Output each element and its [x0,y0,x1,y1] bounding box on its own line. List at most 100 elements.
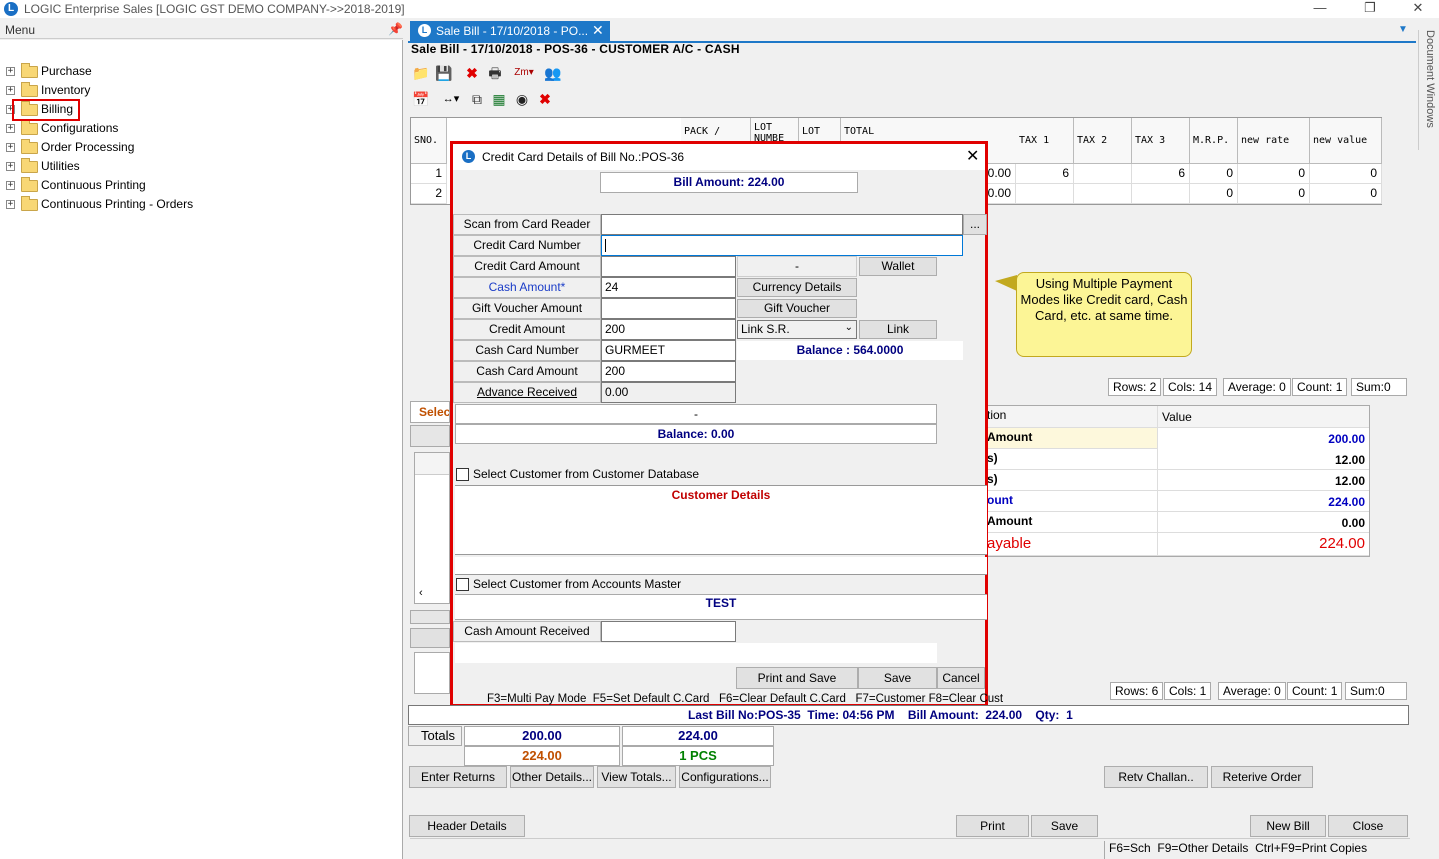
grid-status-bar: Rows: 2 Cols: 14 Average: 0 Count: 1 Sum… [1108,378,1408,396]
menu-item-label: Configurations [41,121,119,135]
cell-sno[interactable]: 2 [411,184,447,204]
cash-card-number-input[interactable]: GURMEET [601,340,736,361]
cell-tax2[interactable] [1074,184,1132,204]
restore-icon[interactable]: ❐ [1350,0,1390,18]
cell-sno[interactable]: 1 [411,164,447,184]
printer-icon[interactable]: 🖶 [486,64,504,82]
enter-returns-button[interactable]: Enter Returns [409,766,507,788]
new-folder-icon[interactable]: 📁 [412,64,430,82]
cash-amount-label: Cash Amount* [453,277,601,298]
cash-amount-input[interactable]: 24 [601,277,736,298]
save-disk-icon[interactable]: 💾 [435,64,453,82]
calendar-icon[interactable]: 📅 [412,90,430,108]
accounts-master-checkbox[interactable] [456,578,469,591]
scan-card-input[interactable] [601,214,963,235]
gift-voucher-button[interactable]: Gift Voucher [737,299,857,318]
cash-received-info-strip [455,643,937,663]
header-details-button[interactable]: Header Details [409,815,525,837]
cell-tax2[interactable] [1074,164,1132,184]
cell-tax1[interactable]: 6 [1016,164,1074,184]
credit-amount-input[interactable]: 200 [601,319,736,340]
cash-card-amount-input[interactable]: 200 [601,361,736,382]
cell-tax3[interactable]: 6 [1132,164,1190,184]
zoom-icon[interactable]: Zm▾ [510,64,538,82]
credit-card-amount-input[interactable] [601,256,736,277]
dialog-close-icon[interactable]: ✕ [966,146,979,166]
folder-icon [21,63,38,78]
cancel-x-icon[interactable]: ✖ [536,90,554,108]
print-button[interactable]: Print [956,815,1029,837]
browse-button[interactable]: ... [963,214,987,235]
status-rows: Rows: 6 [1110,682,1164,700]
gift-voucher-amount-input[interactable] [601,298,736,319]
table-row[interactable]: s) 12.00 [957,470,1369,491]
bg-partial-list: ‹ [414,452,450,604]
resize-columns-icon[interactable]: ↔▾ [438,90,464,108]
table-row[interactable]: Amount 0.00 [957,512,1369,533]
col-header-tax3[interactable]: TAX 3 [1132,118,1190,164]
col-header-tax2[interactable]: TAX 2 [1074,118,1132,164]
expand-icon[interactable]: + [6,181,15,190]
cash-amount-received-input[interactable] [601,621,736,642]
customer-database-checkbox[interactable] [456,468,469,481]
print-and-save-button[interactable]: Print and Save [736,667,858,689]
cell-new-rate[interactable]: 0 [1238,184,1310,204]
close-button[interactable]: Close [1328,815,1408,837]
col-header-value: Value [1157,406,1369,427]
folder-icon [21,177,38,192]
users-icon[interactable]: 👥 [544,64,562,82]
expand-icon[interactable]: + [6,162,15,171]
cell-tax1[interactable] [1016,184,1074,204]
delete-icon[interactable]: ✖ [463,64,481,82]
col-header-mrp[interactable]: M.R.P. [1190,118,1238,164]
scroll-left-icon[interactable]: ‹ [419,587,423,599]
col-header-new-rate[interactable]: new rate [1238,118,1310,164]
cell-mrp[interactable]: 0 [1190,184,1238,204]
table-row[interactable]: Amount 200.00 [957,428,1369,449]
new-bill-button[interactable]: New Bill [1250,815,1326,837]
copy-icon[interactable]: ⧉ [468,90,486,108]
cell-new-value[interactable]: 0 [1310,164,1382,184]
credit-card-number-input[interactable] [601,235,963,256]
expand-icon[interactable]: + [6,143,15,152]
minimize-icon[interactable]: — [1300,0,1340,18]
cell-new-rate[interactable]: 0 [1238,164,1310,184]
other-details-button[interactable]: Other Details... [510,766,594,788]
col-header-new-value[interactable]: new value [1310,118,1382,164]
configurations-button[interactable]: Configurations... [679,766,771,788]
advance-received-label[interactable]: Advance Received [453,382,601,403]
cancel-button[interactable]: Cancel [937,667,985,689]
table-row[interactable]: ount 224.00 [957,491,1369,512]
excel-icon[interactable]: ▦ [490,90,508,108]
bill-header: Sale Bill - 17/10/2018 - POS-36 - CUSTOM… [411,42,740,56]
close-icon[interactable]: ✕ [1398,0,1438,18]
currency-details-button[interactable]: Currency Details [737,278,857,297]
expand-icon[interactable]: + [6,124,15,133]
tab-close-icon[interactable]: ✕ [592,22,604,39]
retv-challan-button[interactable]: Retv Challan.. [1104,766,1208,788]
save-bill-button[interactable]: Save [1031,815,1098,837]
row-value: 0.00 [1157,512,1369,533]
cell-new-value[interactable]: 0 [1310,184,1382,204]
pin-icon[interactable]: 📌 [388,22,403,36]
col-header-sno[interactable]: SNO. [411,118,447,164]
link-sr-select[interactable]: Link S.R. ⌄ [737,320,857,339]
expand-icon[interactable]: + [6,67,15,76]
cell-tax3[interactable] [1132,184,1190,204]
tab-sale-bill[interactable]: L Sale Bill - 17/10/2018 - PO... ✕ [410,21,610,41]
save-button[interactable]: Save [858,667,937,689]
expand-icon[interactable]: + [6,200,15,209]
dialog-title-bar: L Credit Card Details of Bill No.:POS-36… [453,144,985,170]
expand-icon[interactable]: + [6,86,15,95]
wallet-button[interactable]: Wallet [859,257,937,276]
link-button[interactable]: Link [859,320,937,339]
cell-mrp[interactable]: 0 [1190,164,1238,184]
table-row[interactable]: s) 12.00 [957,449,1369,470]
document-windows-panel[interactable]: Document Windows [1418,30,1436,150]
col-header-tax1[interactable]: TAX 1 [1016,118,1074,164]
view-totals-button[interactable]: View Totals... [597,766,676,788]
retrieve-order-button[interactable]: Reterive Order [1211,766,1313,788]
dropdown-arrow-icon[interactable]: ▼ [1398,24,1408,35]
binoculars-icon[interactable]: ◉ [513,90,531,108]
table-row[interactable]: ayable 224.00 [957,533,1369,556]
